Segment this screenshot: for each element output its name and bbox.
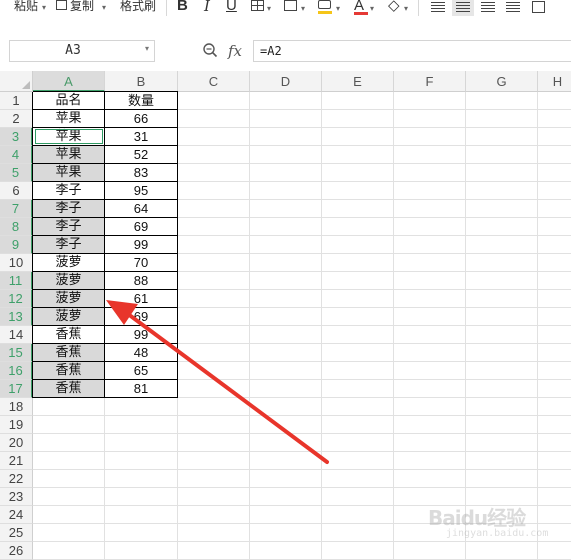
watermark-text: Baidu经验: [428, 506, 526, 530]
arrow-head: [106, 300, 138, 325]
arrow-shaft: [118, 306, 329, 464]
annotation-arrow: [106, 300, 329, 464]
watermark-url: jingyan.baidu.com: [446, 528, 549, 539]
watermark: Baidu经验 jingyan.baidu.com: [420, 500, 570, 540]
